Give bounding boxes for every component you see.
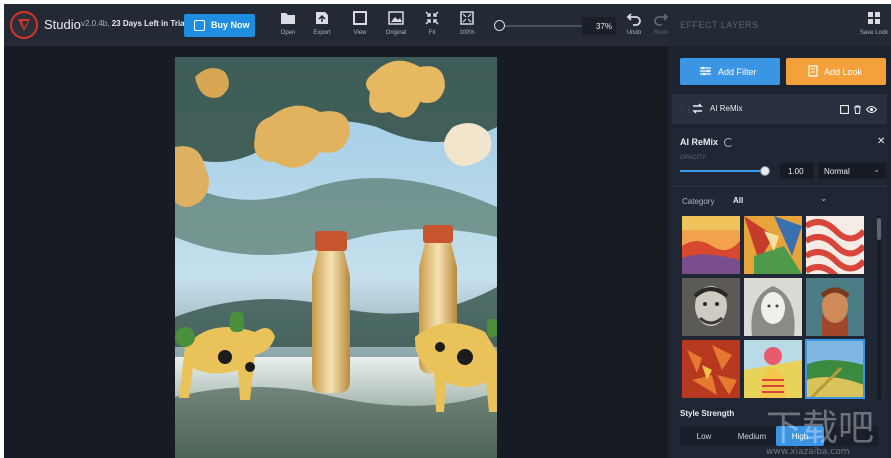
canvas-area[interactable] (4, 46, 668, 458)
close-icon[interactable]: ✕ (877, 136, 885, 147)
chevron-down-icon: ⌄ (873, 165, 880, 174)
drag-handle-icon[interactable]: ⋮⋮ (678, 105, 693, 114)
style-thumb-sketch-woman[interactable] (744, 278, 802, 336)
effect-layers-panel: Add Filter Add Look ⋮⋮ AI ReMix AI ReMix… (668, 46, 891, 458)
buy-now-button[interactable]: Buy Now (184, 14, 255, 37)
strength-low-button[interactable]: Low (680, 426, 728, 446)
opacity-slider-track[interactable] (680, 170, 765, 172)
view-button[interactable]: View (343, 10, 377, 42)
edited-photo[interactable] (175, 57, 497, 458)
mask-icon[interactable] (840, 105, 849, 114)
scrollbar-thumb[interactable] (877, 218, 881, 240)
style-thumb-pop-art-figure[interactable] (744, 340, 802, 398)
top-toolbar: Studio v2.0.4b, 23 Days Left in Trial Bu… (4, 4, 891, 46)
app-version: v2.0.4b, 23 Days Left in Trial (81, 19, 187, 28)
style-thumb-mosaic-abstract[interactable] (744, 216, 802, 274)
chevron-down-icon: ⌄ (820, 194, 827, 203)
style-thumb-painted-portrait[interactable] (806, 278, 864, 336)
eye-icon[interactable] (866, 105, 877, 114)
save-look-icon (868, 12, 880, 24)
effect-layers-title: EFFECT LAYERS (680, 20, 759, 30)
export-icon (316, 12, 328, 24)
opacity-label: OPACITY (680, 155, 706, 161)
zoom-value[interactable]: 37% (582, 17, 616, 35)
blend-mode-select[interactable]: Normal ⌄ (818, 163, 886, 179)
open-button[interactable]: Open (271, 10, 305, 42)
app-logo-icon (10, 11, 38, 39)
style-thumb-autumn-leaves[interactable] (682, 340, 740, 398)
style-thumb-red-curves[interactable] (806, 216, 864, 274)
fullsize-icon (460, 11, 474, 25)
svg-text:下载吧: 下载吧 (766, 408, 874, 449)
look-icon (808, 65, 818, 77)
style-thumb-landscape-meadow[interactable] (805, 339, 865, 399)
export-button[interactable]: Export (305, 10, 339, 42)
fit-icon (425, 11, 439, 25)
category-select[interactable]: All ⌄ (727, 191, 831, 209)
undo-icon (626, 13, 641, 26)
reset-icon[interactable] (724, 138, 733, 147)
save-look-button[interactable]: Save Look (857, 10, 891, 42)
divider (672, 186, 887, 187)
add-filter-button[interactable]: Add Filter (680, 58, 780, 85)
add-look-button[interactable]: Add Look (786, 58, 886, 85)
category-label: Category (682, 197, 715, 206)
zoom-100-button[interactable]: 100% (450, 10, 484, 42)
svg-text:www.xiazaiba.com: www.xiazaiba.com (766, 447, 850, 457)
original-button[interactable]: Original (379, 10, 413, 42)
fit-button[interactable]: Fit (415, 10, 449, 42)
redo-icon (654, 13, 669, 26)
opacity-value[interactable]: 1.00 (780, 163, 814, 179)
app-name: Studio (44, 17, 81, 32)
sliders-icon (700, 66, 711, 76)
style-strength-label: Style Strength (680, 409, 735, 418)
redo-button[interactable]: Redo (644, 10, 678, 42)
style-thumbnails-grid (682, 216, 872, 400)
section-title: AI ReMix (680, 137, 719, 147)
opacity-slider-handle[interactable] (760, 166, 770, 176)
site-watermark: 下载吧 www.xiazaiba.com (762, 400, 891, 458)
zoom-slider-track[interactable] (498, 25, 582, 27)
thumbnails-scrollbar[interactable] (877, 216, 881, 400)
external-link-icon (194, 20, 205, 31)
image-icon (388, 11, 404, 25)
style-thumb-sunset-hills[interactable] (682, 216, 740, 274)
trash-icon[interactable] (853, 105, 862, 114)
folder-icon (281, 13, 295, 24)
view-icon (353, 11, 367, 25)
swap-icon (692, 103, 703, 114)
style-thumb-sketch-man[interactable] (682, 278, 740, 336)
layer-name: AI ReMix (710, 104, 743, 113)
zoom-slider-handle[interactable] (494, 20, 505, 31)
app-window: Studio v2.0.4b, 23 Days Left in Trial Bu… (4, 4, 891, 458)
layer-row-ai-remix[interactable]: ⋮⋮ AI ReMix (672, 94, 887, 124)
